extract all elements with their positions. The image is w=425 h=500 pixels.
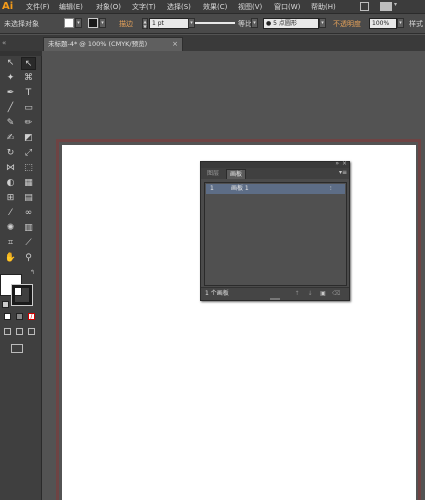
stroke-profile-dropdown[interactable]: ▾ [251, 18, 258, 28]
brush-name: 5 点圆形 [273, 20, 297, 27]
tab-layers[interactable]: 图层 [204, 169, 222, 179]
rectangle-tool-icon[interactable]: ▭ [21, 102, 36, 115]
mesh-tool-icon[interactable]: ⊞ [3, 192, 18, 205]
direct-selection-tool-icon[interactable]: ↖ [21, 57, 36, 70]
panel-menu-icon[interactable]: ▾≡ [339, 169, 347, 176]
move-up-icon[interactable]: ↑ [293, 290, 301, 298]
perspective-grid-tool-icon[interactable]: ▦ [21, 177, 36, 190]
scale-tool-icon[interactable]: ⤢ [21, 147, 36, 160]
fill-swatch[interactable] [64, 18, 74, 28]
stroke-profile-line[interactable] [195, 20, 235, 24]
artboard-tool-icon[interactable]: ⌗ [3, 237, 18, 250]
menu-select[interactable]: 选择(S) [167, 2, 191, 12]
menu-edit[interactable]: 编辑(E) [59, 2, 83, 12]
tools-panel: ↖ ↖ ✦ ⌘ ✒ T ╱ ▭ ✎ ✏ ✍ ◩ ↻ ⤢ ⋈ ⬚ ◐ ▦ ⊞ ▤ … [0, 51, 42, 500]
list-item[interactable]: 1 画板 1 ⫶ [206, 184, 345, 194]
stroke-swatch[interactable] [88, 18, 98, 28]
panel-resize-handle[interactable] [270, 298, 280, 300]
artboard-name: 画板 1 [231, 185, 249, 192]
panel-tabs: 图层 画板 ▾≡ [201, 168, 349, 179]
fill-dropdown[interactable]: ▾ [75, 18, 82, 28]
pencil-tool-icon[interactable]: ✏ [21, 117, 36, 130]
menu-view[interactable]: 视图(V) [238, 2, 262, 12]
line-tool-icon[interactable]: ╱ [3, 102, 18, 115]
column-graph-tool-icon[interactable]: ▥ [21, 222, 36, 235]
artboard-count: 1 个画板 [205, 290, 229, 297]
menu-file[interactable]: 文件(F) [26, 2, 50, 12]
delete-artboard-icon[interactable]: ⌫ [332, 290, 340, 298]
draw-normal-icon[interactable] [4, 328, 11, 335]
stroke-dropdown[interactable]: ▾ [99, 18, 106, 28]
blend-tool-icon[interactable]: ∞ [21, 207, 36, 220]
opacity-label[interactable]: 不透明度 [333, 19, 361, 29]
menu-bar: Ai 文件(F) 编辑(E) 对象(O) 文字(T) 选择(S) 效果(C) 视… [0, 0, 425, 14]
zoom-tool-icon[interactable]: ⚲ [21, 252, 36, 265]
brush-field[interactable]: ● 5 点圆形 [263, 18, 319, 29]
swap-colors-icon[interactable]: ↰ [30, 269, 35, 276]
menu-effect[interactable]: 效果(C) [203, 2, 227, 12]
app-logo: Ai [2, 1, 14, 12]
opacity-field[interactable]: 100% [369, 18, 397, 29]
gradient-mode-icon[interactable] [16, 313, 23, 320]
stroke-weight-stepper[interactable]: ▲ ▼ [142, 18, 148, 29]
artboard-options-icon[interactable]: ⫶ [330, 184, 332, 194]
stroke-weight-field[interactable]: 1 pt [149, 18, 189, 29]
brush-dropdown[interactable]: ▾ [319, 18, 326, 28]
pen-tool-icon[interactable]: ✒ [3, 87, 18, 100]
bridge-icon[interactable] [360, 2, 369, 11]
shape-builder-tool-icon[interactable]: ◐ [3, 177, 18, 190]
gradient-tool-icon[interactable]: ▤ [21, 192, 36, 205]
hand-tool-icon[interactable]: ✋ [3, 252, 18, 265]
screen-mode-icon[interactable] [11, 344, 23, 353]
chevron-down-icon[interactable]: ▾ [394, 1, 397, 8]
control-bar: 未选择对象 ▾ ▾ 描边 ▲ ▼ 1 pt ▾ 等比 ▾ ● 5 点圆形 ▾ 不透… [0, 14, 425, 34]
menu-help[interactable]: 帮助(H) [311, 2, 336, 12]
none-mode-icon[interactable]: / [28, 313, 35, 320]
document-tab-title: 未标题-4* @ 100% (CMYK/预览) [48, 40, 148, 48]
menu-window[interactable]: 窗口(W) [274, 2, 300, 12]
rotate-tool-icon[interactable]: ↻ [3, 147, 18, 160]
tab-artboards[interactable]: 画板 [226, 169, 247, 179]
symbol-sprayer-tool-icon[interactable]: ✺ [3, 222, 18, 235]
opacity-dropdown[interactable]: ▾ [397, 18, 404, 28]
stroke-label[interactable]: 描边 [119, 19, 133, 29]
stroke-weight-dropdown[interactable]: ▾ [188, 18, 195, 28]
slice-tool-icon[interactable]: ⟋ [21, 237, 36, 250]
blob-brush-tool-icon[interactable]: ✍ [3, 132, 18, 145]
artboard-index: 1 [210, 185, 214, 192]
magic-wand-tool-icon[interactable]: ✦ [3, 72, 18, 85]
selection-tool-icon[interactable]: ↖ [3, 57, 18, 70]
artboards-panel: » × 图层 画板 ▾≡ 1 画板 1 ⫶ 1 个画板 ↑ ↓ ▣ ⌫ [200, 160, 350, 301]
arrange-documents-icon[interactable] [380, 2, 392, 11]
new-artboard-icon[interactable]: ▣ [319, 290, 327, 298]
draw-behind-icon[interactable] [16, 328, 23, 335]
close-icon[interactable]: × [172, 38, 178, 50]
paintbrush-tool-icon[interactable]: ✎ [3, 117, 18, 130]
type-tool-icon[interactable]: T [21, 87, 36, 100]
eraser-tool-icon[interactable]: ◩ [21, 132, 36, 145]
selection-status: 未选择对象 [4, 20, 39, 28]
color-mode-icon[interactable] [4, 313, 11, 320]
document-tab[interactable]: 未标题-4* @ 100% (CMYK/预览) × [43, 37, 183, 51]
stroke-profile-label[interactable]: 等比 [238, 19, 252, 29]
panel-collapse-icon[interactable]: « [2, 39, 6, 47]
artboard-list: 1 画板 1 ⫶ [204, 182, 347, 286]
menu-object[interactable]: 对象(O) [96, 2, 121, 12]
move-down-icon[interactable]: ↓ [306, 290, 314, 298]
document-tab-bar: « 未标题-4* @ 100% (CMYK/预览) × [0, 35, 425, 51]
collapse-panel-icon[interactable]: » [335, 160, 339, 167]
default-colors-icon[interactable] [2, 301, 9, 308]
tools-panel-grip[interactable] [0, 51, 42, 56]
width-tool-icon[interactable]: ⋈ [3, 162, 18, 175]
lasso-tool-icon[interactable]: ⌘ [21, 72, 36, 85]
close-panel-icon[interactable]: × [342, 160, 347, 167]
eyedropper-tool-icon[interactable]: ⁄ [3, 207, 18, 220]
draw-inside-icon[interactable] [28, 328, 35, 335]
free-transform-tool-icon[interactable]: ⬚ [21, 162, 36, 175]
menu-type[interactable]: 文字(T) [132, 2, 156, 12]
stroke-color-box[interactable] [11, 284, 33, 306]
style-label[interactable]: 样式 [409, 19, 423, 29]
